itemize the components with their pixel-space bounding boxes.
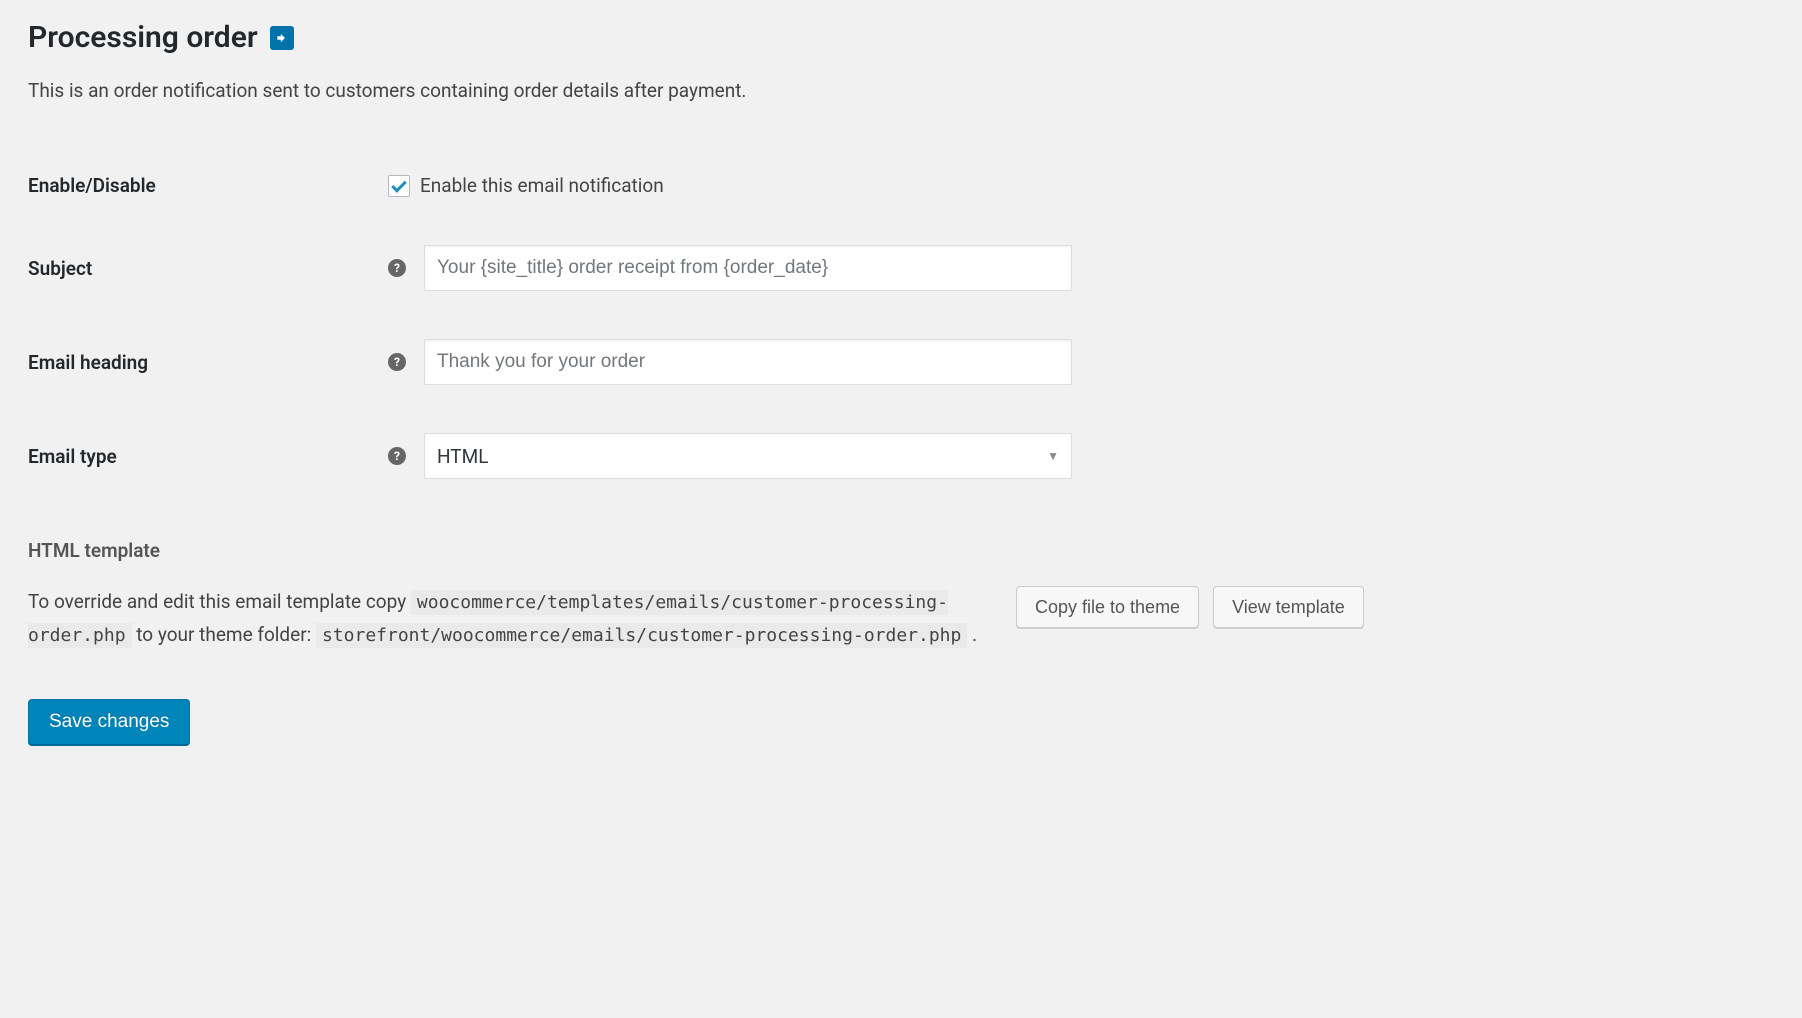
page-title-text: Processing order <box>28 20 258 55</box>
help-icon[interactable]: ? <box>388 259 406 277</box>
subject-input[interactable] <box>424 245 1072 291</box>
help-icon[interactable]: ? <box>388 353 406 371</box>
type-select[interactable]: HTML ▼ <box>424 433 1072 479</box>
save-button[interactable]: Save changes <box>28 699 190 745</box>
dest-path-code: storefront/woocommerce/emails/customer-p… <box>316 623 967 648</box>
page-description: This is an order notification sent to cu… <box>28 79 1774 102</box>
page-title: Processing order <box>28 20 1774 55</box>
enable-checkbox[interactable] <box>388 175 410 197</box>
heading-label: Email heading <box>28 315 378 409</box>
enable-checkbox-label: Enable this email notification <box>420 174 664 197</box>
back-icon[interactable] <box>270 26 294 50</box>
enable-label: Enable/Disable <box>28 150 378 221</box>
template-section-label: HTML template <box>28 539 1774 562</box>
chevron-down-icon: ▼ <box>1047 449 1059 463</box>
copy-file-button[interactable]: Copy file to theme <box>1016 586 1199 628</box>
view-template-button[interactable]: View template <box>1213 586 1364 628</box>
settings-form: Enable/Disable Enable this email notific… <box>28 150 1774 503</box>
heading-input[interactable] <box>424 339 1072 385</box>
template-instructions: To override and edit this email template… <box>28 586 988 651</box>
help-icon[interactable]: ? <box>388 447 406 465</box>
type-select-value: HTML <box>437 445 488 468</box>
template-row: To override and edit this email template… <box>28 586 1774 651</box>
subject-label: Subject <box>28 221 378 315</box>
type-label: Email type <box>28 409 378 503</box>
